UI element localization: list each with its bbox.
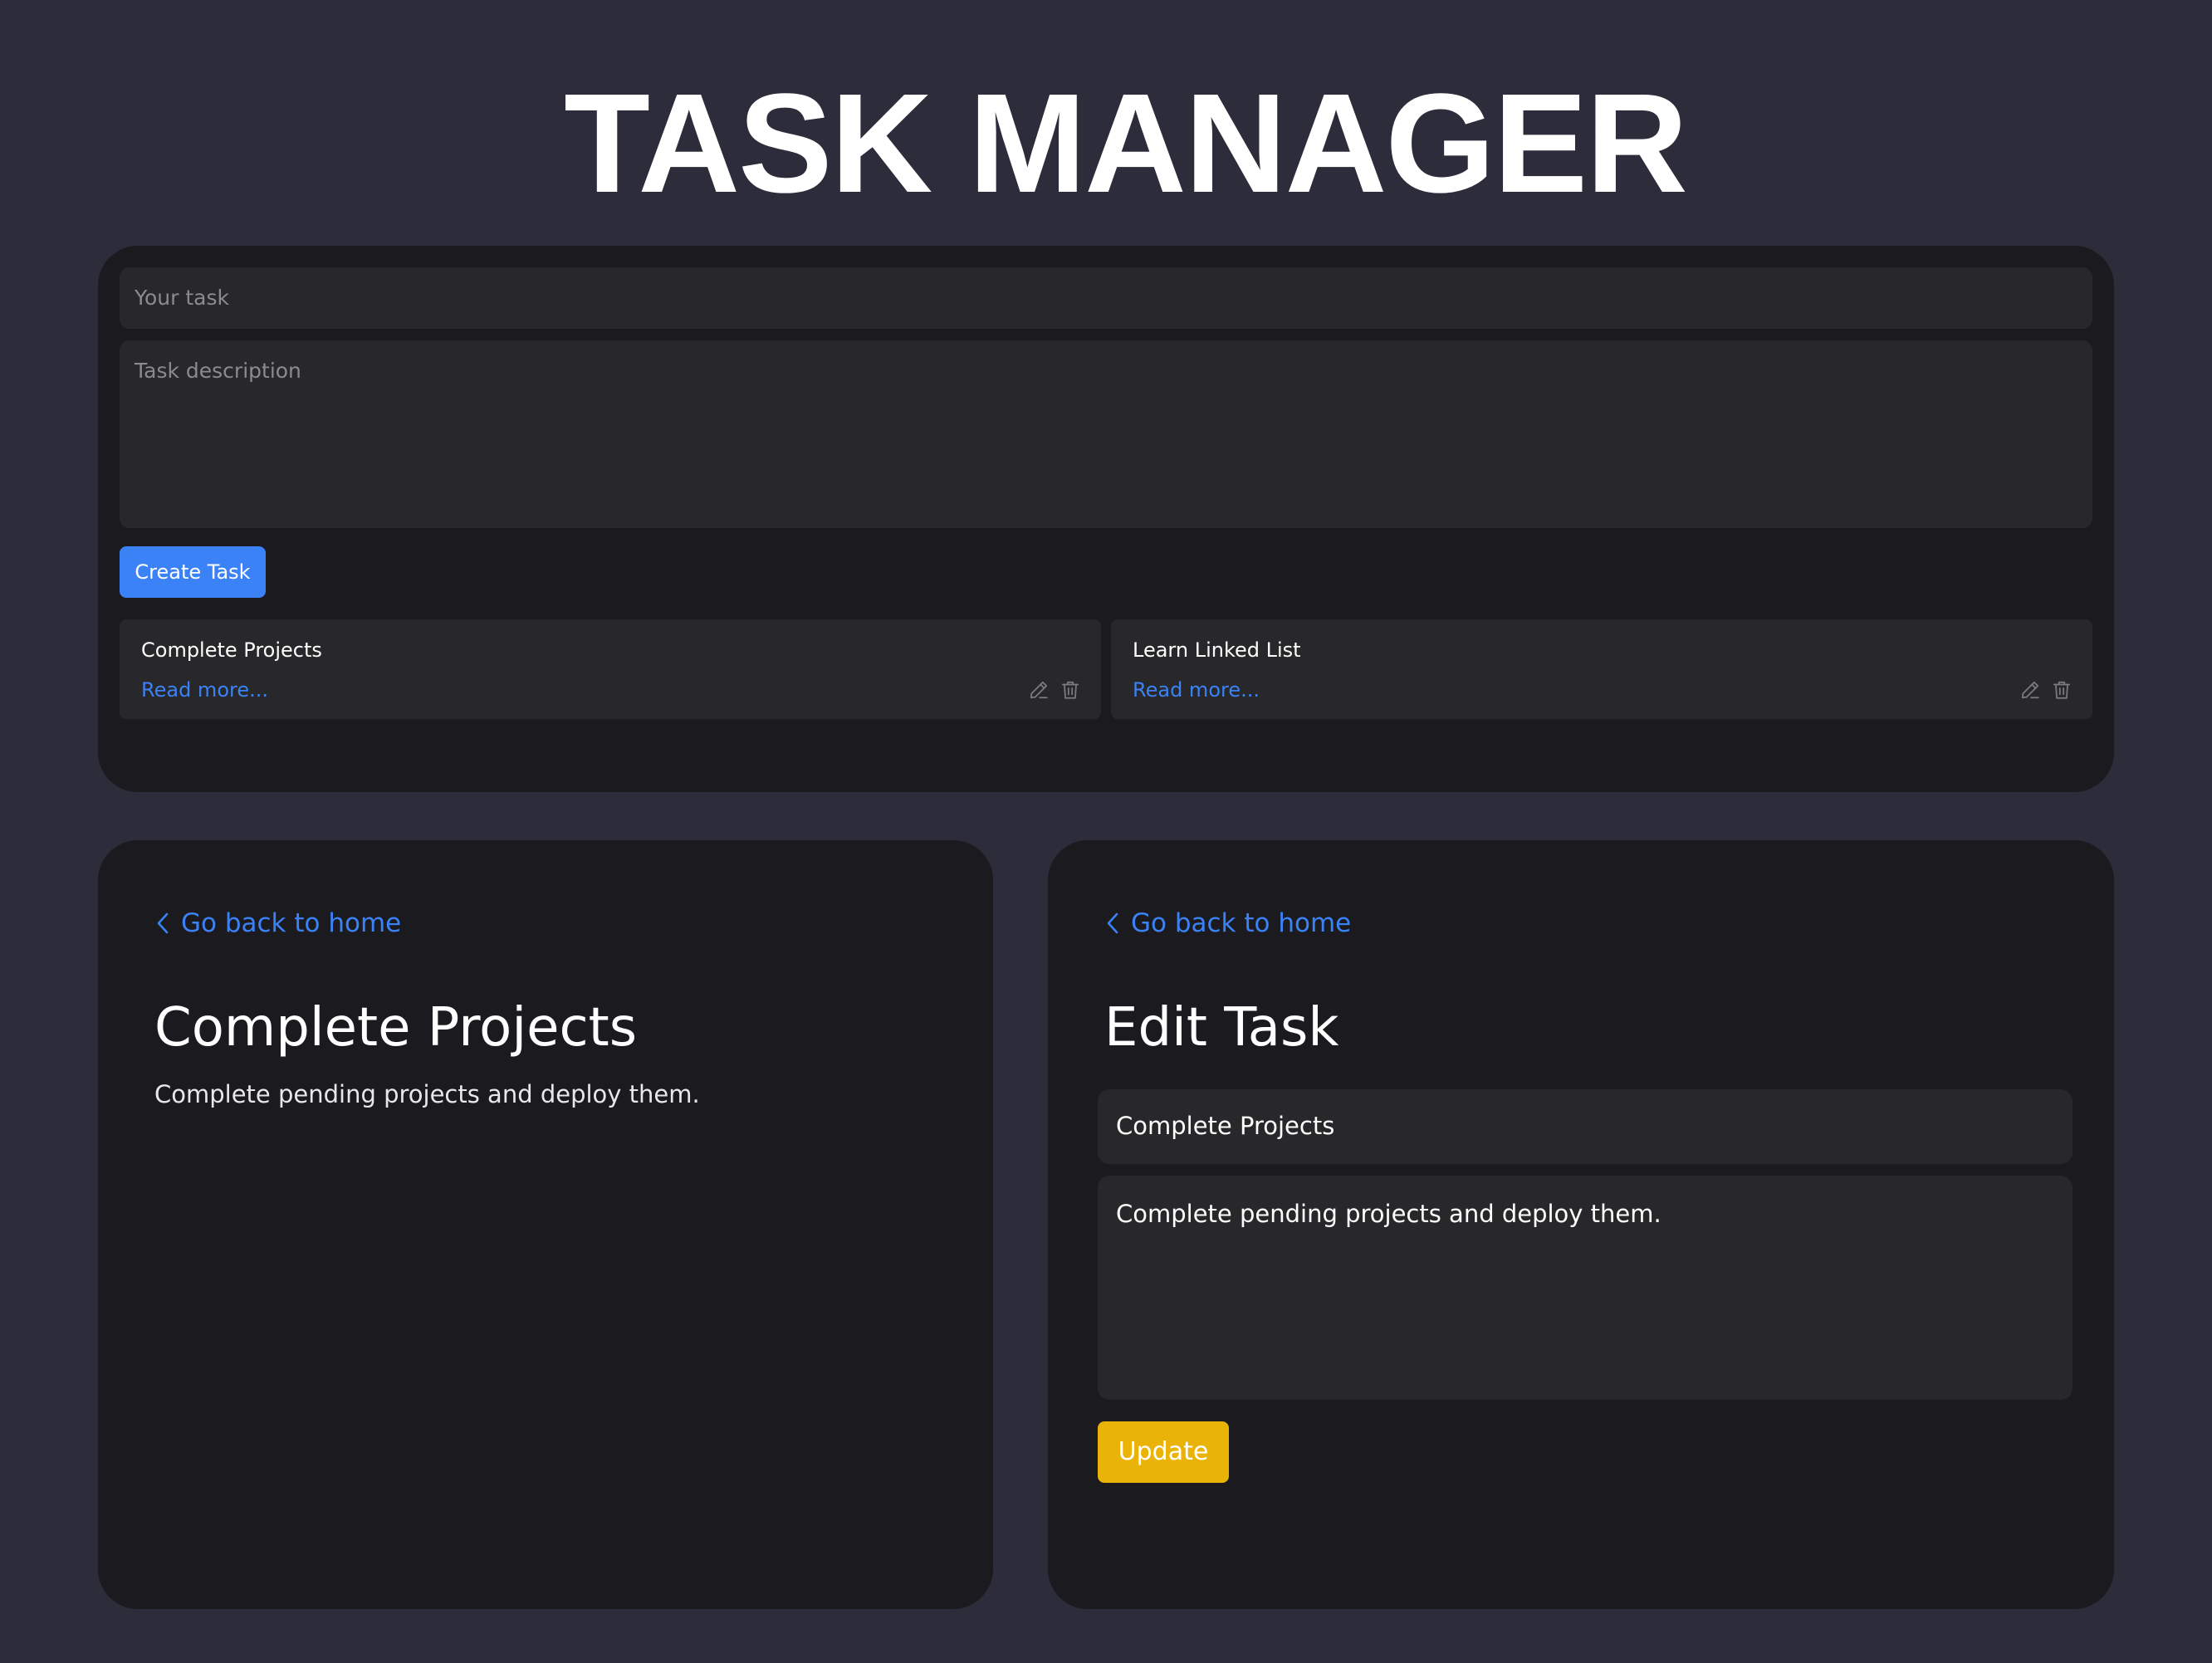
task-card-title: Complete Projects [141,638,322,662]
back-link-label: Go back to home [181,908,402,938]
back-to-home-link[interactable]: Go back to home [154,907,401,940]
back-link-label: Go back to home [1131,908,1352,938]
edit-task-heading: Edit Task [1104,997,1339,1059]
edit-task-panel: Go back to home Edit Task Complete Proje… [1048,840,2114,1609]
task-description-input[interactable]: Task description [120,340,2092,528]
page-title: TASK MANAGER [564,65,1688,223]
task-manager-panel: Your task Task description Create Task C… [98,246,2114,792]
edit-description-input[interactable]: Complete pending projects and deploy the… [1098,1176,2073,1400]
chevron-left-icon [157,912,169,934]
task-detail-panel: Go back to home Complete Projects Comple… [98,840,993,1609]
task-card-title: Learn Linked List [1133,638,1301,662]
trash-icon[interactable] [2051,679,2073,701]
chevron-left-icon [1107,912,1118,934]
pencil-icon[interactable] [2019,679,2041,701]
trash-icon[interactable] [1060,679,1081,701]
task-card: Complete Projects Read more... [120,619,1101,719]
task-card: Learn Linked List Read more... [1111,619,2092,719]
task-detail-description: Complete pending projects and deploy the… [154,1080,700,1108]
pencil-icon[interactable] [1028,679,1050,701]
create-task-button[interactable]: Create Task [120,546,266,598]
task-title-input[interactable]: Your task [120,267,2092,329]
read-more-link[interactable]: Read more... [141,677,268,702]
edit-title-input[interactable]: Complete Projects [1098,1089,2073,1164]
read-more-link[interactable]: Read more... [1133,677,1260,702]
task-detail-title: Complete Projects [154,997,638,1059]
update-button[interactable]: Update [1098,1421,1229,1483]
back-to-home-link[interactable]: Go back to home [1104,907,1351,940]
